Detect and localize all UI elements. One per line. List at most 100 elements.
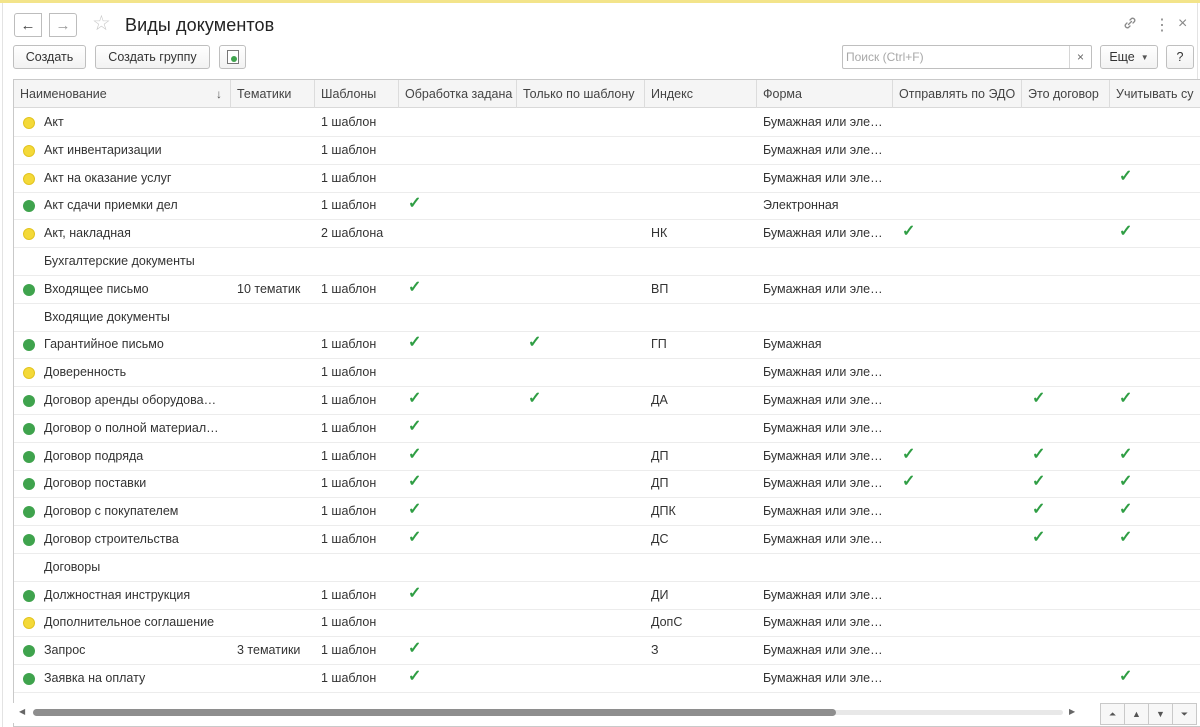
cell-index: НК (651, 226, 668, 241)
go-last-icon: ⏷ (1180, 708, 1189, 719)
checkmark-icon: ✓ (408, 278, 422, 296)
cell-name: Договор подряда (44, 448, 144, 463)
more-vertical-icon[interactable]: ⋮ (1154, 15, 1170, 35)
status-green-icon (23, 534, 35, 546)
table-row[interactable]: Договор строительства 1 шаблон ДС Бумажная … (14, 526, 1200, 554)
group-row[interactable]: Входящие документы (14, 304, 1200, 332)
help-button[interactable]: ? (1166, 45, 1194, 69)
table-row[interactable]: Договор аренды оборудова… 1 шаблон ДА Бумаж… (14, 387, 1200, 415)
more-label: Еще (1109, 50, 1135, 64)
checkmark-icon: ✓ (902, 473, 916, 491)
column-header-templates[interactable]: Шаблоны (315, 80, 399, 108)
status-green-icon (23, 339, 35, 352)
status-green-icon (23, 450, 35, 463)
cell-form: Бумажная (763, 337, 822, 352)
table-row[interactable]: Договор о полной материал… 1 шаблон Бумажн… (14, 415, 1200, 443)
cell-form: Бумажная или эле… (763, 281, 883, 296)
cell-templates: 1 шаблон (321, 337, 377, 352)
column-header-topics[interactable]: Тематики (231, 80, 315, 108)
create-button[interactable]: Создать (13, 45, 86, 69)
cell-index: ДПК (651, 504, 676, 519)
checkmark-icon: ✓ (1119, 501, 1133, 519)
forward-button[interactable]: → (49, 13, 77, 37)
cell-name: Запрос (44, 643, 86, 658)
table-row[interactable]: Должностная инструкция 1 шаблон ДИ Бумажная… (14, 582, 1200, 610)
cell-topics (237, 331, 315, 358)
checkmark-icon: ✓ (902, 445, 916, 463)
checkmark-icon: ✓ (408, 584, 422, 602)
cell-templates: 1 шаблон (321, 393, 377, 407)
horizontal-scrollbar[interactable]: ◀ ▶ (13, 703, 1095, 723)
back-button[interactable]: ← (14, 13, 42, 37)
cell-name: Доверенность (44, 365, 127, 380)
cell-topics (237, 415, 315, 442)
cell-form: Бумажная или эле… (763, 615, 883, 630)
column-header-index[interactable]: Индекс (645, 80, 757, 108)
table-row[interactable]: Договор подряда 1 шаблон ДП Бумажная или эл… (14, 443, 1200, 471)
table-row[interactable]: Входящее письмо 10 тематик 1 шаблон ВП Бумаж… (14, 276, 1200, 304)
table-row[interactable]: Акт сдачи приемки дел 1 шаблон Электронная… (14, 192, 1200, 221)
search-box: × (842, 45, 1092, 69)
page-up-button[interactable]: ▲ (1124, 703, 1149, 725)
cell-index (651, 665, 751, 692)
table-row[interactable]: Акт инвентаризации 1 шаблон Бумажная или э… (14, 137, 1200, 165)
column-header-processing[interactable]: Обработка задана (399, 80, 517, 108)
group-row[interactable]: Договоры (14, 554, 1200, 582)
cell-templates: 1 шаблон (321, 532, 377, 546)
cell-form: Бумажная или эле… (763, 448, 883, 463)
checkmark-icon: ✓ (1032, 445, 1046, 463)
page-down-button[interactable]: ▼ (1148, 703, 1173, 725)
command-bar: Создать Создать группу × Еще ▼ ? (0, 45, 1200, 73)
cell-form: Бумажная или эле… (763, 115, 883, 129)
create-group-button[interactable]: Создать группу (95, 45, 210, 69)
checkmark-icon: ✓ (1032, 501, 1046, 519)
search-input[interactable] (843, 46, 1069, 68)
table-row[interactable]: Дополнительное соглашение 1 шаблон ДопС Бум… (14, 609, 1200, 638)
cell-topics (237, 387, 315, 414)
favorite-star-icon[interactable]: ☆ (92, 12, 111, 36)
create-document-button[interactable] (219, 45, 246, 69)
table-row[interactable]: Акт, накладная 2 шаблона НК Бумажная или эл… (14, 220, 1200, 249)
table-row[interactable]: Гарантийное письмо 1 шаблон ГП Бумажная ✓ ✓ (14, 331, 1200, 360)
scroll-right-icon[interactable]: ▶ (1069, 707, 1075, 716)
cell-name: Гарантийное письмо (44, 337, 164, 352)
status-green-icon (23, 645, 35, 658)
table-row[interactable]: Заявка на оплату 1 шаблон Бумажная или эле… (14, 665, 1200, 693)
cell-topics (237, 304, 315, 331)
status-yellow-icon (23, 617, 35, 630)
cell-topics (237, 220, 315, 247)
column-header-name[interactable]: Наименование ↓ (14, 80, 231, 108)
status-green-icon (23, 478, 35, 491)
more-menu-button[interactable]: Еще ▼ (1100, 45, 1158, 69)
scroll-left-icon[interactable]: ◀ (19, 707, 25, 716)
checkmark-icon: ✓ (1119, 529, 1133, 546)
column-header-contract[interactable]: Это договор (1022, 80, 1110, 108)
group-row[interactable]: Бухгалтерские документы (14, 248, 1200, 276)
search-clear-button[interactable]: × (1069, 46, 1091, 68)
page-title: Виды документов (125, 15, 275, 35)
table-row[interactable]: Акт на оказание услуг 1 шаблон Бумажная ил… (14, 165, 1200, 193)
cell-topics (237, 192, 315, 219)
close-icon[interactable]: × (1178, 15, 1187, 33)
table-row[interactable]: Договор с покупателем 1 шаблон ДПК Бумажная… (14, 498, 1200, 527)
column-header-label: Наименование (20, 87, 107, 101)
table-row[interactable]: Запрос 3 тематики 1 шаблон З Бумажная или эл… (14, 637, 1200, 666)
go-to-last-button[interactable]: ⏷ (1172, 703, 1197, 725)
scroll-thumb[interactable] (33, 709, 836, 716)
cell-templates (321, 304, 399, 331)
link-icon[interactable] (1122, 15, 1138, 35)
table-row[interactable]: Договор поставки 1 шаблон ДП Бумажная или э… (14, 470, 1200, 499)
cell-name: Входящее письмо (44, 281, 149, 296)
checkmark-icon: ✓ (902, 223, 916, 241)
cell-templates: 1 шаблон (321, 504, 377, 519)
table-row[interactable]: Доверенность 1 шаблон Бумажная или эле… (14, 359, 1200, 388)
column-header-form[interactable]: Форма (757, 80, 893, 108)
go-to-first-button[interactable]: ⏶ (1100, 703, 1125, 725)
column-header-edo[interactable]: Отправлять по ЭДО (893, 80, 1022, 108)
column-header-account[interactable]: Учитывать су (1110, 80, 1200, 108)
cell-form (763, 304, 891, 331)
table-row[interactable]: Акт 1 шаблон Бумажная или эле… (14, 109, 1200, 137)
column-header-by-template[interactable]: Только по шаблону (517, 80, 645, 108)
cell-index (651, 248, 751, 275)
checkmark-icon: ✓ (1032, 473, 1046, 491)
